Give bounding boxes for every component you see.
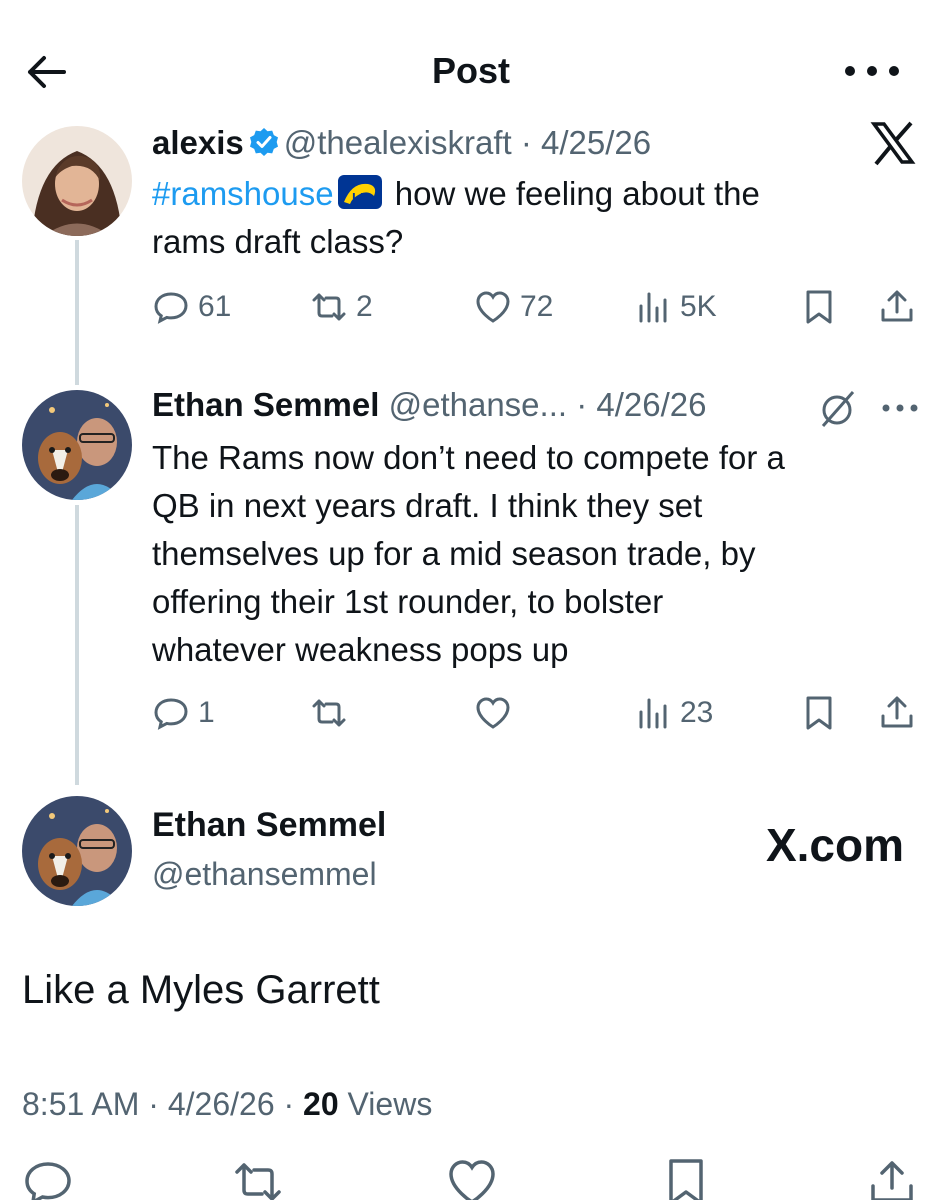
tweet-header: Ethan Semmel @ethanse... · 4/26/26 xyxy=(152,386,707,423)
repost-icon xyxy=(312,699,346,727)
more-options-icon[interactable] xyxy=(842,56,902,86)
post-actions xyxy=(0,1156,942,1200)
svg-text:LA: LA xyxy=(352,192,366,203)
xcom-watermark: X.com xyxy=(765,819,904,871)
like-button[interactable]: 72 xyxy=(474,282,553,332)
avatar[interactable] xyxy=(22,796,132,906)
like-button[interactable] xyxy=(474,688,512,738)
reply-button[interactable]: 61 xyxy=(152,282,231,332)
views-count: 20 xyxy=(303,1086,339,1122)
bookmark-button[interactable] xyxy=(800,688,838,738)
bookmark-button[interactable] xyxy=(800,282,838,332)
views-label[interactable]: Views xyxy=(348,1086,433,1122)
repost-icon xyxy=(312,293,346,321)
share-icon[interactable] xyxy=(866,1156,918,1200)
repost-button[interactable]: 2 xyxy=(310,282,373,332)
view-count: 5K xyxy=(680,290,717,323)
heart-icon[interactable] xyxy=(446,1156,498,1200)
views-button[interactable]: 5K xyxy=(634,282,717,332)
display-name[interactable]: Ethan Semmel xyxy=(152,806,386,845)
tweet-text: The Rams now don’t need to compete for a… xyxy=(152,439,785,668)
share-icon xyxy=(881,696,913,728)
reply-count: 61 xyxy=(198,290,232,323)
repost-button[interactable] xyxy=(310,688,348,738)
reply-count: 1 xyxy=(198,696,215,729)
analytics-icon xyxy=(639,292,667,323)
tweet-header: alexis @thealexiskraft · 4/25/26 xyxy=(152,124,652,161)
post-time: 8:51 AM xyxy=(22,1086,140,1122)
reply-icon[interactable] xyxy=(22,1156,74,1200)
reply-icon xyxy=(154,698,188,730)
thread-connector xyxy=(75,240,79,385)
display-name[interactable]: alexis xyxy=(152,124,244,161)
avatar[interactable] xyxy=(22,126,132,236)
heart-icon xyxy=(476,697,510,729)
avatar[interactable] xyxy=(22,390,132,500)
heart-icon xyxy=(476,291,510,323)
post-date[interactable]: 4/26/26 xyxy=(596,386,706,423)
rams-logo-icon: LA xyxy=(337,175,382,209)
page-title: Post xyxy=(431,50,510,91)
post-meta: 8:51 AM · 4/26/26 · 20 Views xyxy=(22,1086,433,1122)
repost-count: 2 xyxy=(356,290,373,323)
bookmark-icon[interactable] xyxy=(660,1156,712,1200)
bookmark-icon xyxy=(806,290,832,324)
analytics-icon xyxy=(639,698,667,729)
display-name[interactable]: Ethan Semmel xyxy=(152,386,379,423)
user-handle[interactable]: @ethanse... xyxy=(389,386,567,423)
bookmark-icon xyxy=(806,696,832,730)
top-bar: Post xyxy=(0,30,942,114)
x-logo-icon xyxy=(868,118,918,168)
like-count: 72 xyxy=(520,290,554,323)
share-button[interactable] xyxy=(878,282,916,332)
user-handle[interactable]: @ethansemmel xyxy=(152,856,377,893)
grok-icon[interactable] xyxy=(815,386,859,430)
view-count: 23 xyxy=(680,696,714,729)
verified-badge-icon xyxy=(248,126,280,158)
views-button[interactable]: 23 xyxy=(634,688,713,738)
reply-button[interactable]: 1 xyxy=(152,688,215,738)
user-handle[interactable]: @thealexiskraft xyxy=(284,124,512,161)
post-text: Like a Myles Garrett xyxy=(22,968,380,1012)
tweet-actions: 1 23 xyxy=(152,688,922,738)
tweet-more-icon[interactable] xyxy=(878,388,922,428)
repost-icon[interactable] xyxy=(232,1156,284,1200)
share-button[interactable] xyxy=(878,688,916,738)
tweet-text: #ramshouse LA how we feeling about the ra… xyxy=(152,175,760,260)
share-icon xyxy=(881,290,913,322)
reply-icon xyxy=(154,292,188,324)
thread-connector xyxy=(75,505,79,785)
hashtag-link[interactable]: #ramshouse xyxy=(152,175,334,212)
post-date[interactable]: 4/25/26 xyxy=(541,124,651,161)
tweet-actions: 61 2 72 5K xyxy=(152,282,922,332)
post-date: 4/26/26 xyxy=(167,1086,275,1122)
